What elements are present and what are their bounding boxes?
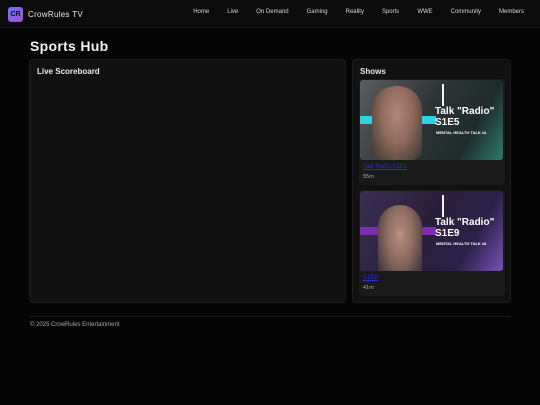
- show-link[interactable]: Talk Radio S1E5: [363, 164, 407, 170]
- thumbnail-divider: [442, 84, 444, 106]
- thumbnail-divider: [442, 195, 444, 217]
- brand[interactable]: CR CrowRules TV: [8, 6, 83, 22]
- page-title: Sports Hub: [30, 38, 109, 54]
- show-link[interactable]: S1E9: [363, 275, 378, 281]
- show-thumbnail[interactable]: Talk "Radio" S1E5 MENTAL HEALTH TALK #4: [360, 80, 503, 160]
- nav-item-members[interactable]: Members: [499, 9, 524, 15]
- show-card[interactable]: Talk "Radio" S1E5 MENTAL HEALTH TALK #4 …: [359, 79, 505, 185]
- nav-item-home[interactable]: Home: [193, 9, 209, 15]
- thumbnail-episode: S1E5: [435, 117, 460, 128]
- thumbnail-episode: S1E9: [435, 228, 460, 239]
- footer-divider: [29, 316, 511, 317]
- thumbnail-title-line: Talk "Radio": [435, 217, 495, 228]
- nav-item-sports[interactable]: Sports: [382, 9, 399, 15]
- footer-copyright: © 2025 CrowRules Entertainment: [30, 322, 120, 328]
- nav-item-on-demand[interactable]: On Demand: [256, 9, 288, 15]
- live-scoreboard-panel: Live Scoreboard: [29, 59, 346, 303]
- thumbnail-title: Talk "Radio" S1E9: [435, 217, 494, 239]
- show-card[interactable]: Talk "Radio" S1E9 MENTAL HEALTH TALK #8 …: [359, 190, 505, 296]
- show-duration: 55m: [363, 174, 374, 180]
- crowrules-logo-icon: CR: [8, 6, 23, 22]
- host-portrait: [372, 86, 422, 160]
- nav-item-gaming[interactable]: Gaming: [307, 9, 328, 15]
- thumbnail-subtitle: MENTAL HEALTH TALK #8: [436, 241, 487, 246]
- show-thumbnail[interactable]: Talk "Radio" S1E9 MENTAL HEALTH TALK #8: [360, 191, 503, 271]
- main-nav: Home Live On Demand Gaming Reality Sport…: [175, 9, 524, 15]
- thumbnail-title-line: Talk "Radio": [435, 106, 495, 117]
- host-portrait: [378, 205, 422, 271]
- brand-name: CrowRules TV: [28, 9, 84, 19]
- shows-panel: Shows Talk "Radio" S1E5 MENTAL HEALTH TA…: [352, 59, 511, 303]
- top-navigation-bar: CR CrowRules TV Home Live On Demand Gami…: [0, 0, 540, 28]
- nav-item-wwe[interactable]: WWE: [417, 9, 432, 15]
- show-duration: 41m: [363, 285, 374, 291]
- nav-item-reality[interactable]: Reality: [346, 9, 364, 15]
- nav-item-community[interactable]: Community: [451, 9, 481, 15]
- scoreboard-title: Live Scoreboard: [37, 67, 100, 76]
- shows-title: Shows: [360, 67, 386, 76]
- thumbnail-subtitle: MENTAL HEALTH TALK #4: [436, 130, 487, 135]
- nav-item-live[interactable]: Live: [227, 9, 238, 15]
- thumbnail-title: Talk "Radio" S1E5: [435, 106, 494, 128]
